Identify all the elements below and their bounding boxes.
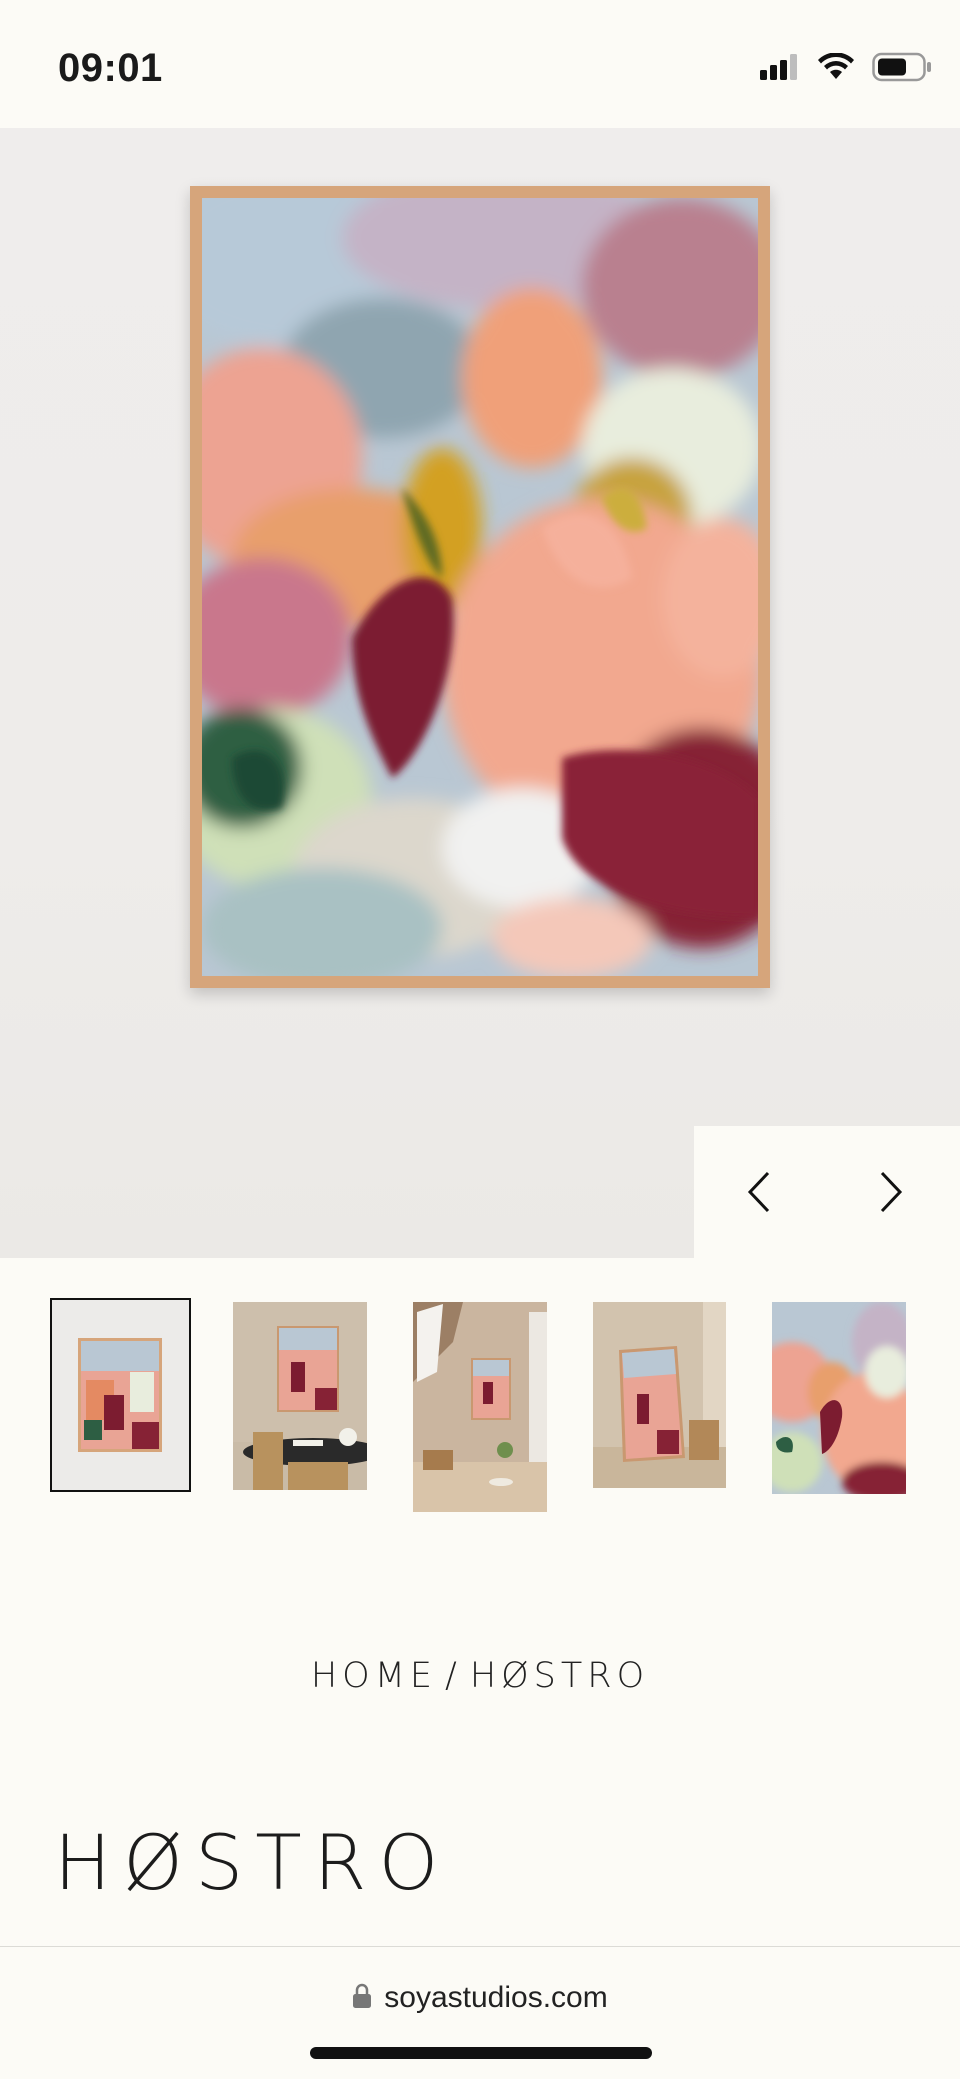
thumb-dining-room[interactable] [233,1302,367,1490]
cellular-signal-icon [760,54,800,85]
gallery-nav [694,1126,960,1258]
wifi-icon [818,52,854,86]
thumb-closeup[interactable] [772,1302,906,1494]
status-time: 09:01 [58,46,163,90]
thumb-leaning-frame[interactable] [593,1302,726,1488]
breadcrumb-current: HØSTRO [469,1656,650,1696]
thumbnail-strip [0,1298,960,1520]
lock-icon [352,1983,372,2014]
abstract-painting-art [202,198,758,976]
chevron-left-icon[interactable] [734,1166,784,1218]
product-title: HØSTRO [54,1818,451,1907]
breadcrumb-separator: / [445,1656,462,1696]
breadcrumb: HOME / HØSTRO [0,1656,960,1696]
browser-address-bar[interactable]: soyastudios.com [0,1946,960,2079]
thumb-table-room[interactable] [413,1302,547,1512]
framed-painting [190,186,770,988]
breadcrumb-home-link[interactable]: HOME [311,1656,437,1696]
url-text: soyastudios.com [384,1981,608,2014]
thumb-framed-print[interactable] [50,1298,191,1492]
product-hero-image[interactable] [0,128,960,1258]
home-indicator[interactable] [310,2047,652,2059]
status-bar: 09:01 [0,0,960,128]
url-display[interactable]: soyastudios.com [0,1981,960,2015]
battery-icon [872,52,932,87]
chevron-right-icon[interactable] [866,1166,916,1218]
status-icons [760,52,932,87]
